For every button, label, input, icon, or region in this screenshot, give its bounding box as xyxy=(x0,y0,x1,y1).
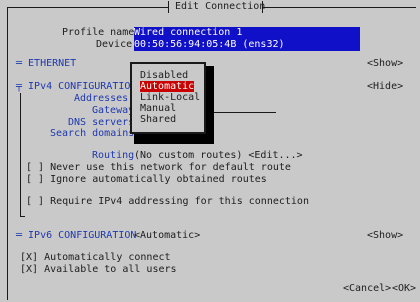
ipv4-section-toggle[interactable]: ╤ IPv4 CONFIGURATION xyxy=(16,81,136,93)
device-label: Device xyxy=(96,39,133,50)
dropdown-option-link-local[interactable]: Link-Local xyxy=(140,92,200,103)
dropdown-option-manual[interactable]: Manual xyxy=(140,103,176,114)
ipv4-method-dropdown-list[interactable]: Disabled Automatic Link-Local Manual Sha… xyxy=(130,62,206,134)
cancel-button[interactable]: <Cancel> xyxy=(343,283,391,295)
gateway-field[interactable] xyxy=(212,112,276,113)
nmtui-screen: Edit Connection Profile name Wired conne… xyxy=(0,0,420,302)
ipv6-show-button[interactable]: <Show> xyxy=(367,230,403,242)
addresses-label: Addresses xyxy=(74,93,129,104)
auto-connect-checkbox[interactable]: [X] Automatically connect xyxy=(20,252,171,264)
profile-name-field[interactable]: Wired connection 1 xyxy=(134,27,360,39)
ipv6-section-toggle[interactable]: ═ IPv6 CONFIGURATION xyxy=(16,230,136,242)
dropdown-option-automatic[interactable]: Automatic xyxy=(140,81,195,92)
never-default-route-checkbox[interactable]: [ ] Never use this network for default r… xyxy=(26,162,291,174)
dropdown-option-shared[interactable]: Shared xyxy=(140,114,176,125)
profile-name-label: Profile name xyxy=(62,27,135,38)
device-field[interactable]: 00:50:56:94:05:4B (ens32) xyxy=(134,39,360,51)
search-domains-label: Search domains xyxy=(50,128,135,139)
dialog-title: Edit Connection xyxy=(175,1,266,12)
ethernet-section-toggle[interactable]: ═ ETHERNET xyxy=(16,58,76,70)
dropdown-option-disabled[interactable]: Disabled xyxy=(140,70,188,81)
ipv6-method-dropdown[interactable]: <Automatic> xyxy=(134,230,200,242)
ok-button[interactable]: <OK> xyxy=(392,283,416,295)
ethernet-show-button[interactable]: <Show> xyxy=(367,58,403,70)
gateway-label: Gateway xyxy=(92,105,135,116)
require-ipv4-checkbox[interactable]: [ ] Require IPv4 addressing for this con… xyxy=(26,196,309,208)
ipv4-hide-button[interactable]: <Hide> xyxy=(367,81,403,93)
routing-label: Routing xyxy=(92,150,135,161)
all-users-checkbox[interactable]: [X] Available to all users xyxy=(20,264,177,276)
routing-edit-button[interactable]: (No custom routes) <Edit...> xyxy=(134,150,303,162)
ignore-routes-checkbox[interactable]: [ ] Ignore automatically obtained routes xyxy=(26,174,267,186)
ipv4-section-bracket xyxy=(20,93,21,217)
ipv4-section-bracket-end xyxy=(20,216,25,217)
